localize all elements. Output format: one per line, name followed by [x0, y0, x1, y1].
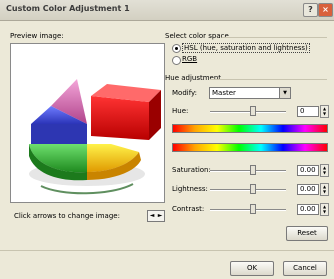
- hsl-radio-label[interactable]: HSL (hue, saturation and lightness): [182, 43, 310, 53]
- pie-chart-preview-image: [29, 79, 161, 195]
- modify-select-value: Master: [212, 89, 236, 97]
- preview-image: [10, 43, 165, 203]
- lightness-spinner[interactable]: ▲ ▼: [320, 183, 329, 196]
- lightness-field[interactable]: 0.00: [297, 184, 319, 195]
- reset-button[interactable]: Reset: [286, 226, 328, 241]
- rgb-radio[interactable]: [172, 56, 181, 65]
- hue-spinner[interactable]: ▲ ▼: [320, 105, 329, 118]
- hue-slider-thumb[interactable]: [250, 106, 256, 116]
- modify-label: Modify:: [172, 89, 198, 97]
- modify-select[interactable]: Master ▼: [209, 87, 291, 99]
- contrast-slider-thumb[interactable]: [250, 204, 256, 214]
- ok-button[interactable]: OK: [230, 261, 274, 276]
- rgb-radio-label[interactable]: RGB: [182, 55, 197, 63]
- hue-spectrum-bar: [172, 124, 328, 133]
- contrast-field[interactable]: 0.00: [297, 204, 319, 215]
- close-button[interactable]: ×: [318, 3, 333, 17]
- group-divider: [210, 79, 327, 80]
- hue-result-spectrum-bar: [172, 143, 328, 152]
- previous-image-button[interactable]: ◄: [148, 211, 156, 221]
- lightness-label: Lightness:: [172, 185, 208, 193]
- saturation-label: Saturation:: [172, 166, 211, 174]
- saturation-spinner[interactable]: ▲ ▼: [320, 164, 329, 177]
- color-space-group-label: Select color space: [165, 32, 229, 40]
- preview-label: Preview image:: [10, 32, 64, 40]
- footer-divider: [0, 250, 334, 251]
- hue-field[interactable]: 0: [297, 106, 319, 117]
- dialog-title: Custom Color Adjustment 1: [6, 4, 130, 13]
- saturation-slider-thumb[interactable]: [250, 165, 256, 175]
- hsl-radio[interactable]: [172, 44, 181, 53]
- saturation-slider-track[interactable]: [210, 170, 286, 172]
- preview-arrows: ◄ ►: [147, 210, 165, 222]
- hue-slider-track[interactable]: [210, 111, 286, 113]
- hue-adjustment-group-label: Hue adjustment: [165, 74, 222, 82]
- saturation-field[interactable]: 0.00: [297, 165, 319, 176]
- contrast-label: Contrast:: [172, 205, 205, 213]
- hue-label: Hue:: [172, 107, 189, 115]
- chevron-down-icon[interactable]: ▼: [279, 88, 290, 98]
- contrast-spinner[interactable]: ▲ ▼: [320, 203, 329, 216]
- preview-hint: Click arrows to change image:: [14, 212, 120, 220]
- group-divider: [222, 37, 327, 38]
- lightness-slider-track[interactable]: [210, 189, 286, 191]
- next-image-button[interactable]: ►: [156, 211, 164, 221]
- help-button[interactable]: ?: [303, 3, 318, 17]
- cancel-button[interactable]: Cancel: [283, 261, 327, 276]
- contrast-slider-track[interactable]: [210, 209, 286, 211]
- lightness-slider-thumb[interactable]: [250, 184, 256, 194]
